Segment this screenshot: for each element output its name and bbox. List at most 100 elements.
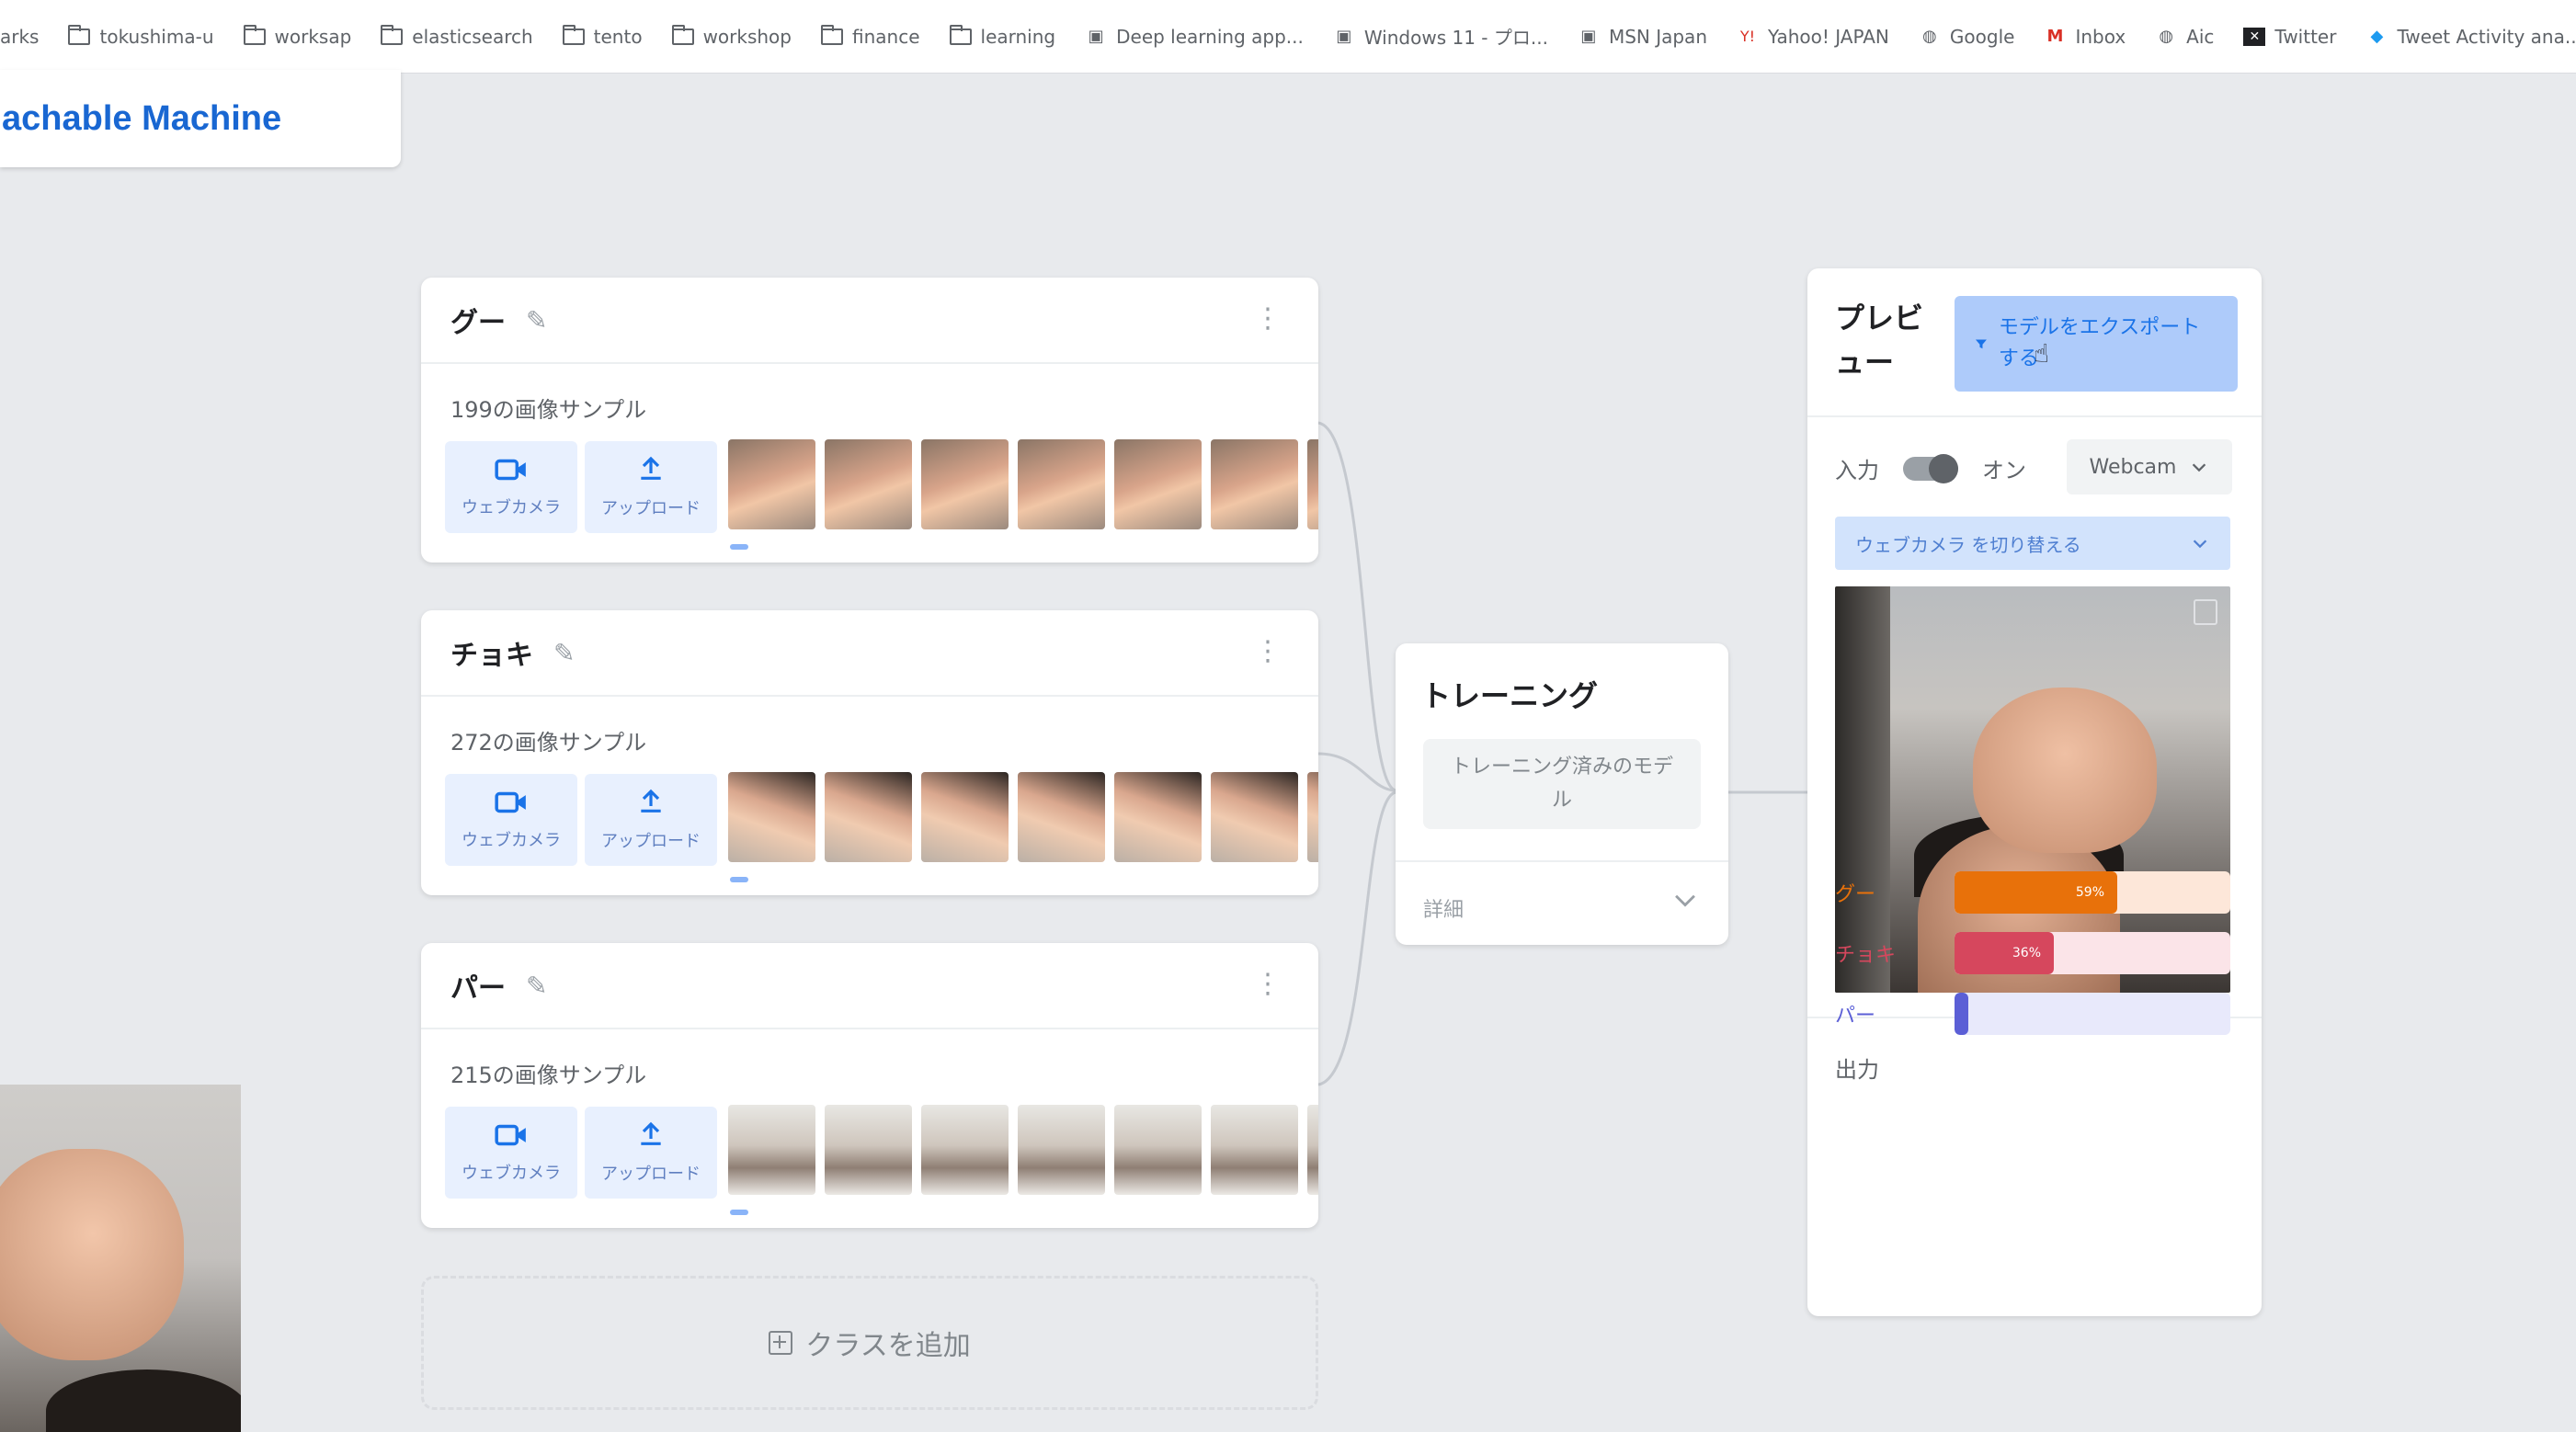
upload-button[interactable]: アップロード [585, 441, 717, 533]
sample-thumbnail[interactable] [728, 439, 815, 529]
output-row: パー [1835, 993, 2230, 1035]
chevron-down-icon [1675, 894, 1695, 907]
video-camera-icon [495, 1124, 526, 1146]
upload-label: アップロード [601, 832, 701, 851]
webcam-button[interactable]: ウェブカメラ [445, 441, 577, 533]
chevron-down-icon [2193, 540, 2207, 549]
switch-camera-label: ウェブカメラ を切り替える [1855, 533, 2081, 556]
sample-thumbnail[interactable] [728, 1105, 815, 1195]
class-name[interactable]: パー [450, 965, 506, 1006]
sample-thumbnail[interactable] [1211, 439, 1298, 529]
edit-pencil-icon[interactable]: ✎ [526, 305, 547, 335]
sample-count: 272の画像サンプル [450, 730, 647, 756]
video-camera-icon [495, 459, 526, 481]
sample-thumbnails [728, 439, 1318, 529]
more-options-icon[interactable]: ⋮ [1254, 305, 1282, 333]
webcam-button[interactable]: ウェブカメラ [445, 774, 577, 866]
webcam-label: ウェブカメラ [462, 1164, 561, 1183]
confidence-bar: 36% [1955, 932, 2230, 974]
class-header: グー ✎ ⋮ [421, 278, 1318, 364]
sample-thumbnail[interactable] [1114, 1105, 1202, 1195]
export-button-label: モデルをエクスポートする [1998, 316, 2201, 370]
input-label: 入力 [1835, 458, 1879, 483]
sample-thumbnails [728, 1105, 1318, 1195]
flip-camera-icon[interactable] [2194, 599, 2217, 625]
more-options-icon[interactable]: ⋮ [1254, 638, 1282, 665]
sample-thumbnail[interactable] [1114, 772, 1202, 862]
add-class-label: クラスを追加 [805, 1330, 971, 1362]
thumbnail-scroll-indicator[interactable] [730, 544, 748, 550]
divider [1807, 415, 2262, 417]
sample-thumbnail[interactable] [825, 439, 912, 529]
input-source-select[interactable]: Webcam [2067, 439, 2232, 494]
confidence-fill: 36% [1955, 932, 2054, 974]
webcam-button[interactable]: ウェブカメラ [445, 1107, 577, 1199]
more-options-icon[interactable]: ⋮ [1254, 971, 1282, 998]
output-class-name: チョキ [1835, 944, 1897, 967]
training-title: トレーニング [1421, 678, 1599, 713]
input-toggle[interactable] [1903, 453, 1958, 483]
upload-button[interactable]: アップロード [585, 774, 717, 866]
sample-tools: ウェブカメラ アップロード [445, 441, 717, 533]
thumbnail-scroll-indicator[interactable] [730, 877, 748, 882]
sample-thumbnail[interactable] [921, 1105, 1009, 1195]
video-camera-icon [495, 791, 526, 813]
switch-camera-select[interactable]: ウェブカメラ を切り替える [1835, 517, 2230, 570]
toggle-state-label: オン [1982, 458, 2026, 483]
input-row: 入力 オン [1835, 452, 2026, 484]
confidence-fill [1955, 993, 1968, 1035]
sample-thumbnails [728, 772, 1318, 862]
output-row: チョキ 36% [1835, 932, 2230, 974]
edit-pencil-icon[interactable]: ✎ [526, 971, 547, 1001]
class-card: チョキ ✎ ⋮ 272の画像サンプル ウェブカメラ アップロード [421, 610, 1318, 895]
webcam-label: ウェブカメラ [462, 831, 561, 850]
export-model-button[interactable]: モデルをエクスポートする [1955, 296, 2238, 392]
training-advanced-toggle[interactable]: 詳細 [1396, 860, 1728, 947]
output-class-name: グー [1835, 883, 1876, 906]
upload-icon [641, 789, 661, 813]
training-card: トレーニング トレーニング済みのモデル 詳細 [1396, 643, 1728, 945]
sample-thumbnail[interactable] [1018, 439, 1105, 529]
upload-icon [641, 456, 661, 480]
sample-thumbnail[interactable] [1307, 439, 1318, 529]
thumbnail-scroll-indicator[interactable] [730, 1210, 748, 1215]
sample-thumbnail[interactable] [1307, 1105, 1318, 1195]
confidence-fill: 59% [1955, 871, 2117, 914]
chevron-down-icon [2193, 463, 2206, 472]
upload-icon [641, 1121, 661, 1145]
output-class-name: パー [1835, 1005, 1876, 1028]
webcam-label: ウェブカメラ [462, 498, 561, 517]
sample-thumbnail[interactable] [1018, 772, 1105, 862]
export-icon [1975, 339, 1987, 349]
sample-thumbnail[interactable] [1018, 1105, 1105, 1195]
confidence-bar [1955, 993, 2230, 1035]
sample-thumbnail[interactable] [1307, 772, 1318, 862]
class-name[interactable]: チョキ [450, 632, 533, 673]
class-header: パー ✎ ⋮ [421, 943, 1318, 1029]
class-name[interactable]: グー [450, 300, 506, 340]
sample-thumbnail[interactable] [921, 772, 1009, 862]
preview-title: プレビュー [1835, 301, 1924, 380]
add-box-icon [769, 1331, 793, 1355]
class-card: グー ✎ ⋮ 199の画像サンプル ウェブカメラ アップロード [421, 278, 1318, 563]
preview-card: プレビュー モデルをエクスポートする 入力 オン Webcam ウェブカメラ を… [1807, 268, 2262, 1316]
sample-thumbnail[interactable] [921, 439, 1009, 529]
confidence-value: 59% [2075, 885, 2104, 900]
sample-thumbnail[interactable] [1211, 1105, 1298, 1195]
sample-thumbnail[interactable] [1114, 439, 1202, 529]
output-row: グー 59% [1835, 871, 2230, 914]
sample-count: 215の画像サンプル [450, 1063, 647, 1088]
add-class-button[interactable]: クラスを追加 [421, 1276, 1318, 1410]
class-card: パー ✎ ⋮ 215の画像サンプル ウェブカメラ アップロード [421, 943, 1318, 1228]
sample-thumbnail[interactable] [825, 1105, 912, 1195]
sample-thumbnail[interactable] [825, 772, 912, 862]
sample-count: 199の画像サンプル [450, 397, 647, 423]
train-model-button[interactable]: トレーニング済みのモデル [1423, 739, 1701, 829]
edit-pencil-icon[interactable]: ✎ [553, 638, 575, 668]
confidence-value: 36% [2012, 946, 2041, 960]
upload-button[interactable]: アップロード [585, 1107, 717, 1199]
sample-thumbnail[interactable] [1211, 772, 1298, 862]
advanced-label: 詳細 [1423, 899, 1465, 922]
sample-thumbnail[interactable] [728, 772, 815, 862]
confidence-bar: 59% [1955, 871, 2230, 914]
